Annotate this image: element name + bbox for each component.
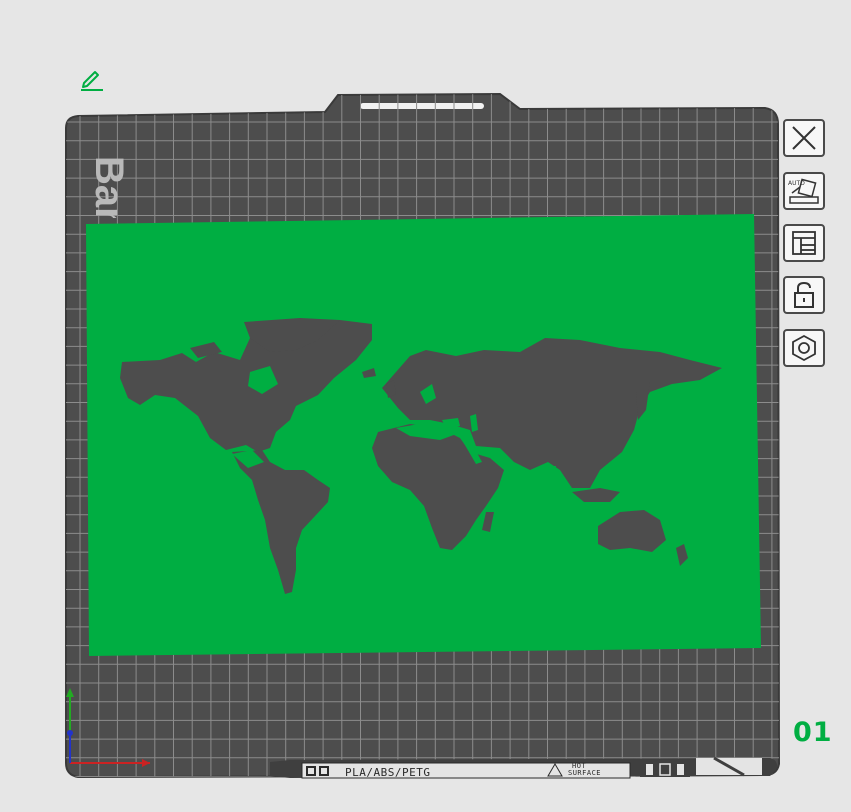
svg-text:AUTO: AUTO — [788, 180, 805, 187]
auto-orient-icon: AUTO — [788, 178, 819, 204]
plate-brand-text: Bam — [90, 156, 128, 218]
arrange-button[interactable] — [783, 224, 825, 262]
close-plate-button[interactable] — [783, 119, 825, 157]
plate-settings-button[interactable] — [783, 329, 825, 367]
plate-filament-label: PLA/ABS/PETG — [345, 766, 431, 779]
plate-handle — [360, 103, 484, 109]
auto-orient-button[interactable]: AUTO — [783, 172, 825, 210]
build-plate: Bam PLA/ABS/PETG HOT SURFACE — [0, 0, 851, 812]
unlock-icon — [794, 281, 814, 308]
lock-plate-button[interactable] — [783, 276, 825, 314]
hexagon-settings-icon — [792, 334, 816, 362]
hot-line-2: SURFACE — [568, 769, 602, 777]
hot-surface-label: HOT SURFACE — [568, 763, 628, 777]
arrange-icon — [792, 231, 816, 255]
plate-number: 01 — [793, 717, 833, 748]
close-icon — [792, 126, 816, 150]
world-map-model — [86, 214, 761, 656]
